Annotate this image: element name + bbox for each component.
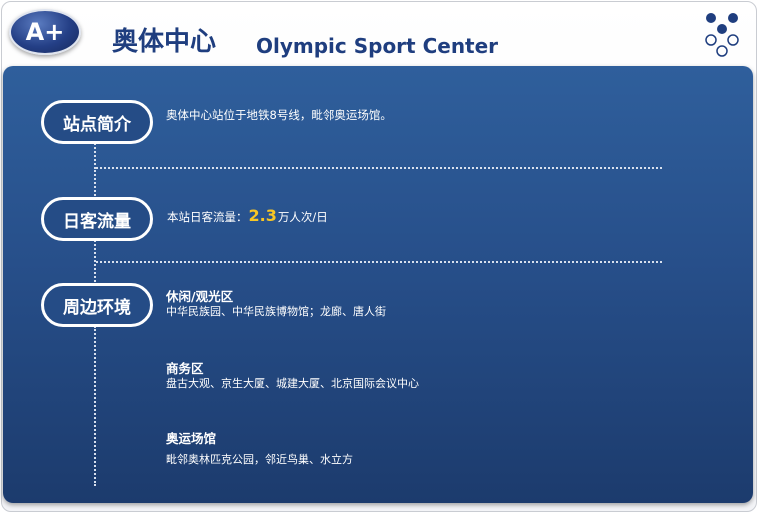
group-text-business: 盘古大观、京生大厦、城建大厦、北京国际会议中心 [166, 377, 419, 390]
group-title-olympic: 奥运场馆 [166, 431, 217, 446]
connector-line [94, 240, 96, 262]
group-title-leisure: 休闲/观光区 [166, 289, 234, 304]
connector-line [94, 264, 96, 282]
dots-logo-icon [705, 13, 739, 57]
connector-line [94, 170, 96, 196]
connector-line [94, 326, 96, 486]
section-label-flow: 日客流量 [41, 197, 153, 241]
section-label-surroundings: 周边环境 [41, 283, 153, 327]
group-text-olympic: 毗邻奥林匹克公园，邻近鸟巢、水立方 [166, 453, 353, 466]
rating-badge: A+ [9, 9, 81, 55]
connector-line [94, 143, 96, 169]
flow-value: 2.3 [248, 206, 277, 225]
group-text-leisure: 中华民族园、中华民族博物馆；龙廊、唐人街 [166, 305, 386, 318]
flow-prefix: 本站日客流量： [167, 210, 248, 224]
section-divider [96, 261, 662, 263]
section-divider [96, 167, 662, 169]
intro-text: 奥体中心站位于地铁8号线，毗邻奥运场馆。 [166, 108, 392, 122]
group-title-business: 商务区 [166, 361, 204, 376]
page-title: 奥体中心 [112, 27, 217, 57]
flow-suffix: 万人次/日 [277, 210, 328, 224]
section-label-intro: 站点简介 [41, 100, 153, 144]
page-subtitle: Olympic Sport Center [256, 34, 499, 58]
daily-flow: 本站日客流量： 2.3 万人次/日 [167, 206, 328, 225]
